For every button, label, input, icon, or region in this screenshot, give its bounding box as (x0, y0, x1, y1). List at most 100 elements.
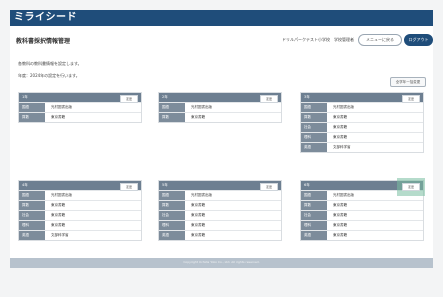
grade-label: 1年 (22, 95, 28, 99)
publisher-value: 光村図書出版 (333, 193, 354, 197)
table-row: 算数 東京書籍 (301, 200, 423, 210)
subject-label: 社会 (159, 211, 185, 220)
table-row: 国語 光村図書出版 (19, 190, 141, 200)
table-row: 理科 東京書籍 (159, 220, 281, 230)
publisher-value: 東京書籍 (333, 223, 347, 227)
page-title: 教科書採択情報管理 (16, 38, 71, 45)
table-row: 算数 東京書籍 (159, 112, 281, 122)
menu-button[interactable]: メニューに戻る (358, 34, 402, 46)
main-content: 各教科の教科書情報を設定します。 年度：2024年の設定を行います。 全学年一括… (10, 52, 433, 258)
subject-label: 理科 (301, 221, 327, 230)
publisher-value: 東京書籍 (333, 203, 347, 207)
table-row: 国語 光村図書出版 (159, 102, 281, 112)
table-row: 社会 東京書籍 (301, 122, 423, 132)
publisher-value: 東京書籍 (333, 115, 347, 119)
edit-button[interactable]: 変更 (402, 94, 420, 103)
description-text: 各教科の教科書情報を設定します。 (18, 61, 82, 66)
grade-label: 3年 (304, 95, 310, 99)
card-header: 4年 変更 (19, 181, 141, 191)
publisher-value: 東京書籍 (333, 125, 347, 129)
card-header: 6年 変更 (301, 181, 423, 191)
top-bar: ミライシード (10, 10, 433, 26)
publisher-value: 光村図書出版 (191, 105, 212, 109)
subject-label: 社会 (301, 211, 327, 220)
table-row: 算数 東京書籍 (301, 112, 423, 122)
table-row: 国語 光村図書出版 (301, 102, 423, 112)
publisher-value: 東京書籍 (51, 213, 65, 217)
edit-button-highlighted[interactable]: 変更 (402, 182, 420, 191)
subject-label: 英語 (301, 231, 327, 240)
grade-card-1: 1年 変更 国語 光村図書出版 算数 東京書籍 (18, 92, 142, 123)
subject-label: 算数 (19, 113, 45, 122)
table-row: 英語 文部科学省 (19, 230, 141, 240)
publisher-value: 東京書籍 (191, 223, 205, 227)
app-logo: ミライシード (14, 12, 77, 23)
publisher-value: 東京書籍 (191, 203, 205, 207)
subject-label: 英語 (19, 231, 45, 240)
edit-button[interactable]: 変更 (260, 94, 278, 103)
grade-card-4: 4年 変更 国語 光村図書出版 算数 東京書籍 社会 東京書籍 理科 東京書籍 英語 文部… (18, 180, 142, 241)
subject-label: 国語 (159, 191, 185, 200)
table-row: 社会 東京書籍 (159, 210, 281, 220)
year-text: 年度：2024年の設定を行います。 (18, 73, 80, 78)
subject-label: 理科 (159, 221, 185, 230)
subject-label: 国語 (19, 191, 45, 200)
card-header: 2年 変更 (159, 93, 281, 103)
subject-label: 算数 (159, 113, 185, 122)
school-label: ドリルパークテスト小学校 学校管理者 (282, 37, 354, 42)
subject-label: 算数 (159, 201, 185, 210)
publisher-value: 東京書籍 (333, 213, 347, 217)
publisher-value: 光村図書出版 (333, 105, 354, 109)
all-grades-change-button[interactable]: 全学年一括変更 (390, 77, 426, 87)
table-row: 英語 東京書籍 (159, 230, 281, 240)
table-row: 理科 東京書籍 (301, 132, 423, 142)
publisher-value: 東京書籍 (191, 115, 205, 119)
edit-button[interactable]: 変更 (120, 94, 138, 103)
table-row: 社会 東京書籍 (19, 210, 141, 220)
publisher-value: 東京書籍 (191, 233, 205, 237)
subject-label: 理科 (19, 221, 45, 230)
table-row: 理科 東京書籍 (19, 220, 141, 230)
table-row: 社会 東京書籍 (301, 210, 423, 220)
grade-card-6: 6年 変更 国語 光村図書出版 算数 東京書籍 社会 東京書籍 理科 東京書籍 英語 東京… (300, 180, 424, 241)
grade-label: 4年 (22, 183, 28, 187)
publisher-value: 光村図書出版 (51, 193, 72, 197)
grade-card-5: 5年 変更 国語 光村図書出版 算数 東京書籍 社会 東京書籍 理科 東京書籍 英語 東京… (158, 180, 282, 241)
publisher-value: 文部科学省 (333, 145, 351, 149)
publisher-value: 光村図書出版 (191, 193, 212, 197)
edit-button[interactable]: 変更 (260, 182, 278, 191)
subject-label: 国語 (159, 103, 185, 112)
publisher-value: 東京書籍 (51, 203, 65, 207)
table-row: 国語 光村図書出版 (19, 102, 141, 112)
grade-label: 2年 (162, 95, 168, 99)
subject-label: 算数 (301, 201, 327, 210)
table-row: 算数 東京書籍 (19, 200, 141, 210)
grade-label: 6年 (304, 183, 310, 187)
subject-label: 社会 (301, 123, 327, 132)
table-row: 国語 光村図書出版 (301, 190, 423, 200)
table-row: 英語 東京書籍 (301, 230, 423, 240)
grade-label: 5年 (162, 183, 168, 187)
page-header: 教科書採択情報管理 ドリルパークテスト小学校 学校管理者 メニューに戻る ログア… (10, 26, 433, 53)
publisher-value: 東京書籍 (191, 213, 205, 217)
subject-label: 国語 (301, 191, 327, 200)
logout-button[interactable]: ログアウト (404, 34, 433, 46)
table-row: 算数 東京書籍 (19, 112, 141, 122)
subject-label: 英語 (301, 143, 327, 152)
footer-bar: Copyright Uchida Yoko Co., Ltd. All righ… (10, 258, 433, 268)
publisher-value: 光村図書出版 (51, 105, 72, 109)
card-header: 5年 変更 (159, 181, 281, 191)
table-row: 国語 光村図書出版 (159, 190, 281, 200)
subject-label: 算数 (301, 113, 327, 122)
subject-label: 算数 (19, 201, 45, 210)
grade-card-3: 3年 変更 国語 光村図書出版 算数 東京書籍 社会 東京書籍 理科 東京書籍 英語 文部… (300, 92, 424, 153)
publisher-value: 東京書籍 (333, 233, 347, 237)
publisher-value: 東京書籍 (51, 115, 65, 119)
subject-label: 国語 (19, 103, 45, 112)
publisher-value: 文部科学省 (51, 233, 69, 237)
subject-label: 英語 (159, 231, 185, 240)
subject-label: 国語 (301, 103, 327, 112)
publisher-value: 東京書籍 (51, 223, 65, 227)
edit-button[interactable]: 変更 (120, 182, 138, 191)
table-row: 算数 東京書籍 (159, 200, 281, 210)
